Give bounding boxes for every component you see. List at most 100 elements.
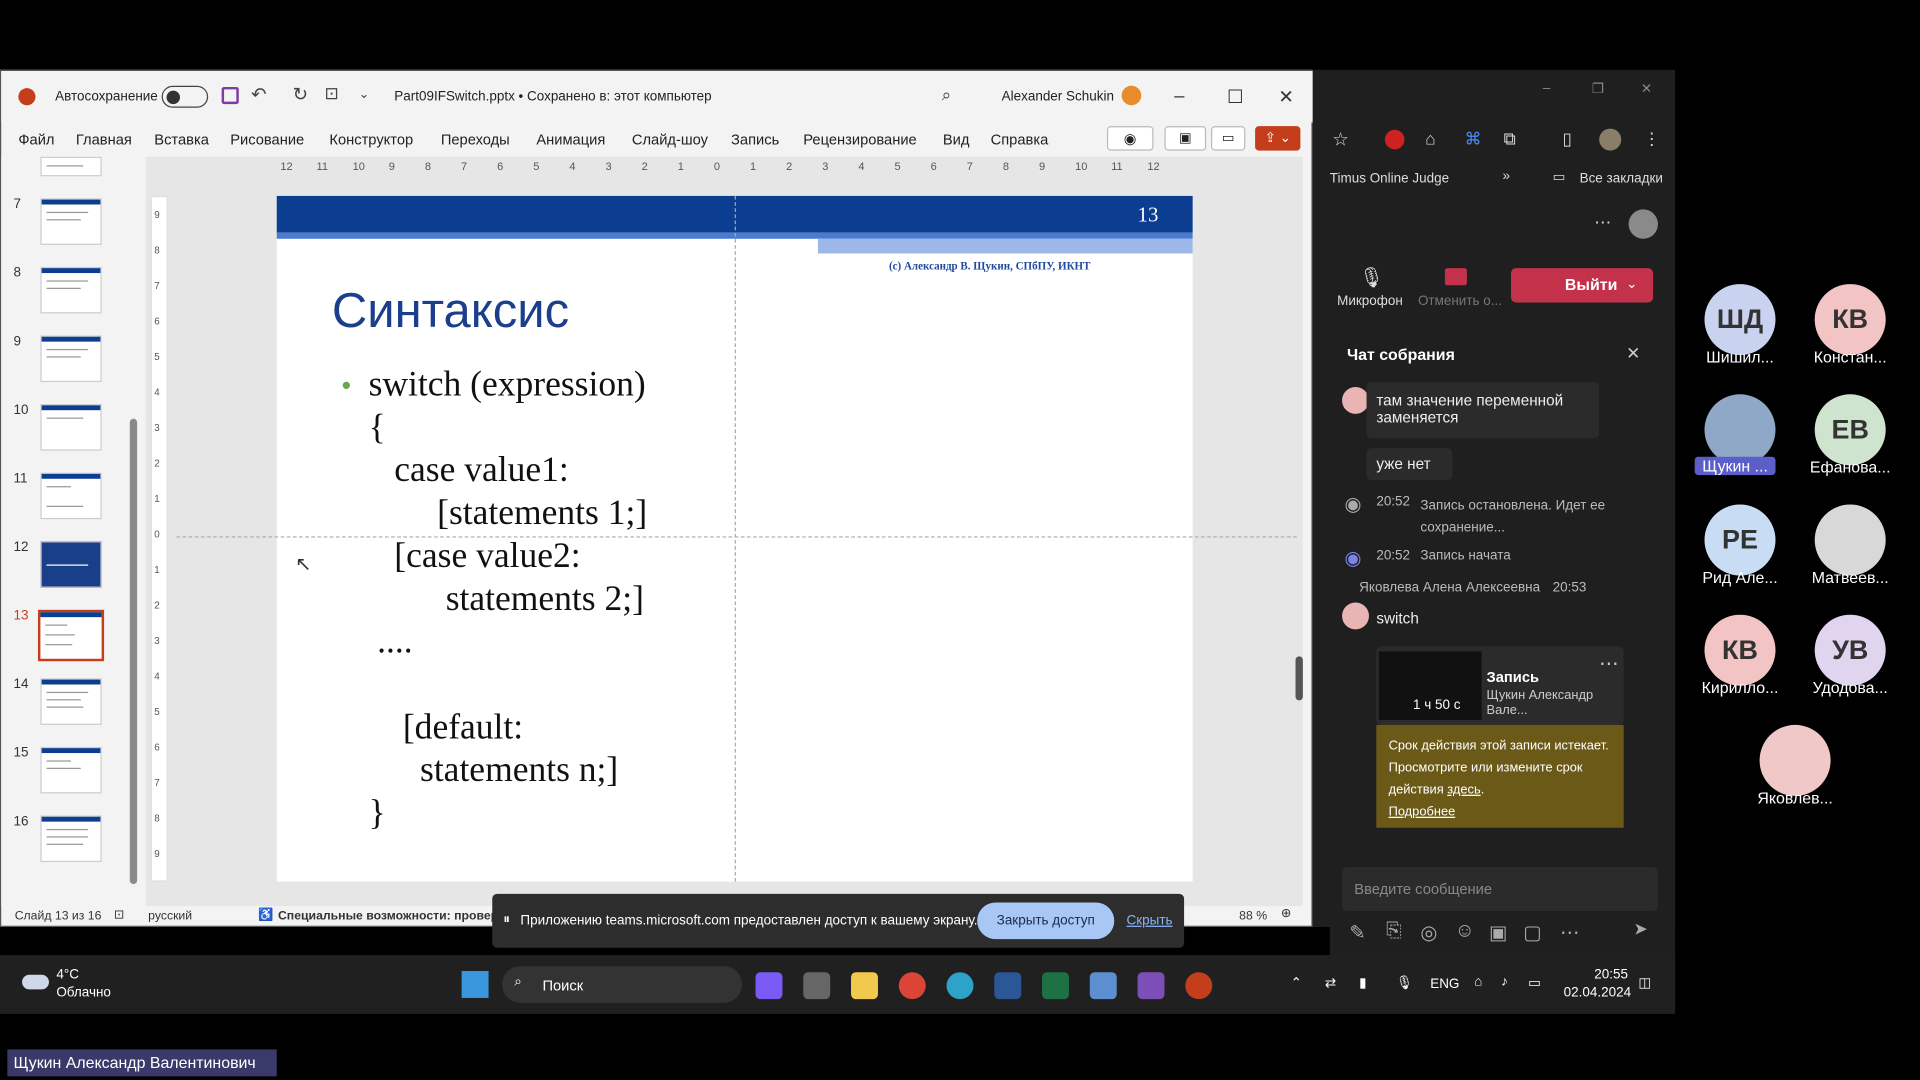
language-indicator[interactable]: ENG [1430, 977, 1459, 992]
tab-help[interactable]: Справка [991, 131, 1049, 148]
translate-icon[interactable]: ⌘ [1464, 129, 1481, 150]
slide-canvas[interactable]: 13 (с) Александр В. Щукин, СПбПУ, ИКНТ С… [276, 195, 1193, 882]
file-explorer-icon[interactable] [851, 972, 878, 1000]
thumbnail-11[interactable] [40, 472, 102, 520]
notepad-icon[interactable] [1089, 972, 1117, 1000]
thumbnail-15[interactable] [40, 746, 102, 794]
tab-draw[interactable]: Рисование [230, 131, 304, 148]
participant-avatar[interactable]: УВ [1814, 614, 1886, 686]
thumbnail-13-selected[interactable] [37, 609, 105, 662]
share-button[interactable]: ⇪ ⌄ [1255, 126, 1301, 151]
wifi-icon[interactable]: ⌂ [1474, 975, 1482, 990]
camera-off-icon[interactable] [1444, 268, 1467, 286]
powerpoint-icon[interactable] [1185, 972, 1213, 1000]
start-icon[interactable] [461, 971, 489, 998]
participant-avatar[interactable]: КВ [1704, 614, 1776, 686]
restore-icon[interactable]: ❐ [1592, 81, 1604, 97]
comments-button[interactable]: ▭ [1211, 126, 1246, 151]
tab-review[interactable]: Рецензирование [803, 131, 916, 148]
stop-sharing-button[interactable]: Закрыть доступ [977, 902, 1115, 940]
sidepanel-icon[interactable]: ▯ [1562, 129, 1571, 150]
participant-avatar-photo[interactable] [1704, 394, 1776, 466]
maximize-icon[interactable]: ☐ [1227, 86, 1243, 108]
excel-icon[interactable] [1042, 972, 1069, 1000]
minimize-icon[interactable]: – [1174, 86, 1184, 107]
self-avatar[interactable] [1628, 209, 1658, 239]
accessibility-status[interactable]: Специальные возможности: проверьт [278, 910, 511, 923]
sticker-icon[interactable]: ▢ [1523, 921, 1542, 945]
thumbnail-10[interactable] [40, 404, 102, 451]
search-icon[interactable]: ⌕ [942, 84, 952, 105]
format-icon[interactable]: ✎ [1349, 921, 1365, 945]
file-title[interactable]: Part09IFSwitch.pptx • Сохранено в: этот … [394, 89, 711, 104]
redo-icon[interactable]: ↻ [293, 83, 308, 105]
mic-label[interactable]: Микрофон [1337, 294, 1403, 309]
tab-transitions[interactable]: Переходы [441, 131, 510, 148]
thumbnail-12[interactable] [40, 541, 102, 588]
participant-avatar[interactable]: ЕВ [1814, 394, 1886, 466]
network-icon[interactable]: ⇄ [1325, 975, 1336, 991]
thumbnail-16[interactable] [40, 815, 102, 863]
message-input[interactable]: Введите сообщение [1342, 866, 1658, 912]
user-name[interactable]: Alexander Schukin [1002, 89, 1114, 104]
search-box[interactable]: ⌕ Поиск [502, 966, 743, 1003]
send-icon[interactable]: ➤ [1633, 918, 1647, 939]
close-icon[interactable]: ✕ [1641, 81, 1652, 97]
participant-avatar-photo[interactable] [1814, 504, 1886, 576]
zoom-level[interactable]: 88 % [1239, 910, 1267, 923]
thumbnail-14[interactable] [40, 678, 102, 725]
adblock-icon[interactable] [1384, 129, 1405, 150]
thumbnails-scrollbar[interactable] [129, 157, 139, 892]
customize-icon[interactable]: ⌄ [359, 88, 369, 101]
all-bookmarks[interactable]: Все закладки [1580, 171, 1663, 186]
spellcheck-icon[interactable]: ⊡ [114, 909, 124, 922]
expiry-link[interactable]: здесь [1447, 782, 1480, 797]
participant-avatar[interactable]: КВ [1814, 284, 1886, 356]
word-icon[interactable] [994, 972, 1022, 1000]
gif-icon[interactable]: ▣ [1489, 921, 1508, 945]
volume-icon[interactable]: ♪ [1501, 975, 1508, 990]
tray-chevron-icon[interactable]: ⌃ [1291, 975, 1302, 991]
more-info-link[interactable]: Подробнее [1389, 804, 1456, 819]
emoji-icon[interactable]: ☺ [1455, 921, 1475, 943]
camera-label[interactable]: Отменить о... [1418, 294, 1502, 309]
clock-date[interactable]: 02.04.2024 [1564, 986, 1631, 1001]
save-icon[interactable] [221, 86, 239, 105]
loop-icon[interactable]: ◎ [1420, 921, 1437, 945]
thumbnail-9[interactable] [40, 335, 102, 383]
camera-button[interactable]: ▣ [1164, 126, 1207, 151]
undo-icon[interactable]: ↶ [251, 83, 266, 105]
hide-link[interactable]: Скрыть [1127, 913, 1173, 928]
participant-avatar[interactable]: РЕ [1704, 504, 1776, 576]
attach-icon[interactable]: ⎘ [1386, 921, 1402, 943]
star-icon[interactable]: ☆ [1332, 129, 1348, 151]
present-icon[interactable]: ⊡ [324, 83, 338, 104]
editor-scrollbar[interactable] [1294, 157, 1304, 906]
profile-avatar[interactable] [1599, 128, 1622, 151]
fit-slide-icon[interactable]: ⊕ [1281, 907, 1291, 920]
participant-avatar[interactable]: ШД [1704, 284, 1776, 356]
bookmark-timus[interactable]: Timus Online Judge [1330, 171, 1449, 186]
recording-card[interactable]: 1 ч 50 с Запись Щукин Александр Вале... … [1376, 646, 1624, 725]
signal-icon[interactable]: ▮ [1359, 975, 1366, 991]
extension-icon[interactable]: ⌂ [1425, 129, 1435, 149]
close-chat-icon[interactable]: ✕ [1626, 343, 1640, 364]
more-options-icon[interactable]: ⋯ [1594, 212, 1611, 233]
record-button[interactable]: ◉ [1106, 126, 1154, 151]
tab-design[interactable]: Конструктор [329, 131, 413, 148]
mic-tray-icon[interactable]: 🎙 [1396, 975, 1413, 991]
minimize-icon[interactable]: – [1543, 81, 1551, 96]
user-avatar[interactable] [1121, 85, 1142, 106]
visual-studio-icon[interactable] [1137, 972, 1165, 1000]
thumbnail-8[interactable] [40, 266, 102, 314]
thumbnail-7[interactable] [40, 198, 102, 245]
chrome-icon[interactable] [898, 972, 926, 1000]
chevrons-icon[interactable]: » [1502, 169, 1510, 184]
weather-temp[interactable]: 4°C [56, 967, 79, 982]
folder-icon[interactable]: ▭ [1553, 169, 1566, 185]
puzzle-icon[interactable]: ⧉ [1504, 129, 1516, 150]
weather-desc[interactable]: Облачно [56, 986, 111, 1001]
tab-view[interactable]: Вид [943, 131, 970, 148]
more-icon[interactable]: ⋮ [1643, 129, 1660, 150]
more-actions-icon[interactable]: ⋯ [1560, 921, 1580, 945]
